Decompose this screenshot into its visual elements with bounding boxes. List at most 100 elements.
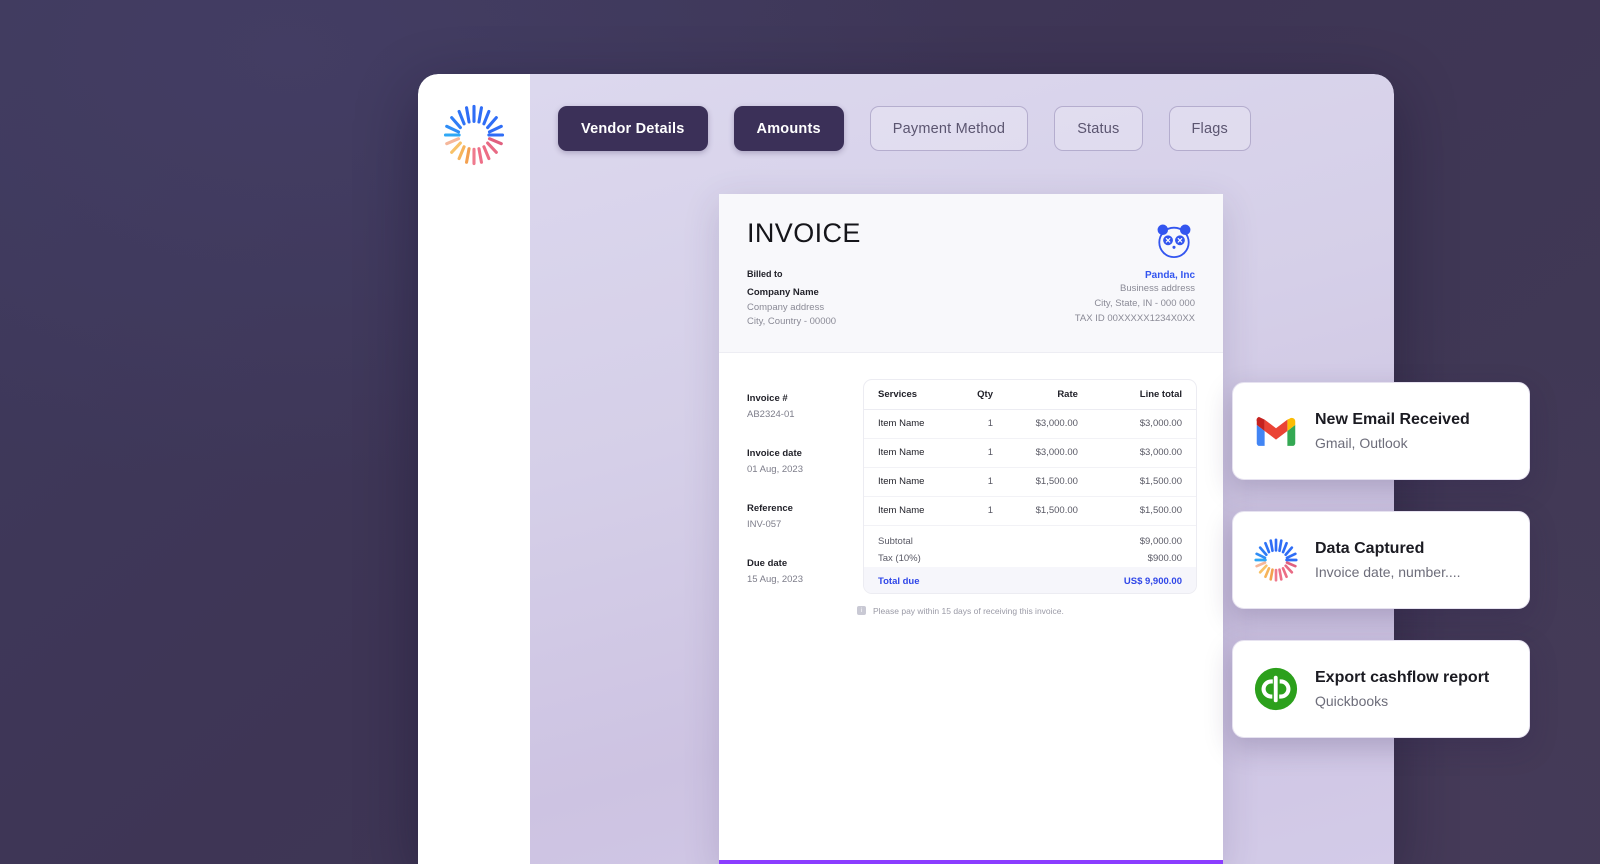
invoice-accent-bar bbox=[719, 860, 1223, 864]
summary-spacer bbox=[954, 525, 1007, 547]
cell-qty: 1 bbox=[954, 438, 1007, 468]
meta-value: 15 Aug, 2023 bbox=[747, 574, 803, 586]
panda-logo-svg bbox=[1157, 224, 1191, 259]
tab-label: Amounts bbox=[756, 120, 821, 137]
vendor-block: Panda, Inc Business address City, State,… bbox=[1075, 220, 1195, 326]
summary-value: $9,000.00 bbox=[1139, 535, 1182, 547]
tab-status[interactable]: Status bbox=[1054, 106, 1143, 151]
cell-service: Item Name bbox=[864, 467, 954, 497]
tab-flags[interactable]: Flags bbox=[1168, 106, 1251, 151]
notification-text: Export cashflow report Quickbooks bbox=[1315, 668, 1489, 710]
radial-burst-logo-svg bbox=[1254, 538, 1298, 582]
table-row: Item Name 1 $1,500.00 $1,500.00 bbox=[864, 496, 1196, 526]
cell-qty: 1 bbox=[954, 409, 1007, 439]
cell-rate: $1,500.00 bbox=[1006, 467, 1092, 497]
invoice-document: INVOICE Billed to Company Name Company a… bbox=[719, 194, 1223, 864]
tab-amounts[interactable]: Amounts bbox=[733, 106, 844, 151]
invoice-meta-due-date: Due date 15 Aug, 2023 bbox=[747, 558, 855, 585]
invoice-meta-number: Invoice # AB2324-01 bbox=[747, 393, 855, 420]
table-row: Item Name 1 $3,000.00 $3,000.00 bbox=[864, 438, 1196, 468]
cell-line-total: $1,500.00 bbox=[1091, 496, 1196, 526]
summary-spacer bbox=[954, 547, 1007, 567]
quickbooks-icon bbox=[1253, 666, 1299, 712]
notification-text: Data Captured Invoice date, number.... bbox=[1315, 539, 1461, 581]
cell-rate: $3,000.00 bbox=[1006, 409, 1092, 439]
cell-rate: $3,000.00 bbox=[1006, 438, 1092, 468]
meta-value: 01 Aug, 2023 bbox=[747, 464, 803, 476]
column-header-qty: Qty bbox=[954, 380, 1007, 410]
meta-value: AB2324-01 bbox=[747, 409, 795, 421]
summary-row-total-due: Total due US$ 9,900.00 bbox=[864, 566, 1196, 593]
cell-service: Item Name bbox=[864, 496, 954, 526]
total-due-label: Total due bbox=[864, 566, 954, 593]
cell-service: Item Name bbox=[864, 409, 954, 439]
summary-spacer bbox=[1007, 547, 1092, 567]
cell-line-total: $1,500.00 bbox=[1091, 467, 1196, 497]
total-due-value: US$ 9,900.00 bbox=[1091, 566, 1196, 593]
meta-label: Invoice # bbox=[747, 393, 788, 405]
gmail-icon bbox=[1253, 408, 1299, 454]
summary-spacer bbox=[954, 566, 1007, 593]
meta-label: Due date bbox=[747, 558, 788, 570]
notification-card-new-email[interactable]: New Email Received Gmail, Outlook bbox=[1232, 382, 1530, 480]
radial-burst-logo-icon[interactable] bbox=[443, 104, 505, 864]
gmail-icon-svg bbox=[1256, 416, 1296, 446]
tab-bar: Vendor Details Amounts Payment Method St… bbox=[558, 106, 1251, 151]
notification-subtitle: Invoice date, number.... bbox=[1315, 563, 1461, 580]
quickbooks-icon-svg bbox=[1254, 667, 1298, 711]
column-header-rate: Rate bbox=[1006, 380, 1092, 410]
cell-line-total: $3,000.00 bbox=[1091, 438, 1196, 468]
notification-card-export-cashflow[interactable]: Export cashflow report Quickbooks bbox=[1232, 640, 1530, 738]
cell-rate: $1,500.00 bbox=[1006, 496, 1092, 526]
table-row: Item Name 1 $1,500.00 $1,500.00 bbox=[864, 467, 1196, 497]
vendor-address-line2: City, State, IN - 000 000 bbox=[1094, 298, 1195, 309]
tab-payment-method[interactable]: Payment Method bbox=[869, 106, 1029, 151]
sidebar bbox=[418, 74, 530, 864]
notification-title: Data Captured bbox=[1315, 540, 1425, 557]
summary-label: Tax (10%) bbox=[878, 553, 921, 565]
vendor-name: Panda, Inc bbox=[1144, 270, 1195, 281]
notification-card-data-captured[interactable]: Data Captured Invoice date, number.... bbox=[1232, 511, 1530, 609]
invoice-meta-date: Invoice date 01 Aug, 2023 bbox=[747, 448, 855, 475]
panda-logo-icon bbox=[1075, 220, 1195, 262]
notification-title: New Email Received bbox=[1315, 411, 1470, 428]
cell-qty: 1 bbox=[954, 467, 1007, 497]
summary-row-subtotal: Subtotal $9,000.00 bbox=[864, 525, 1196, 547]
tab-label: Payment Method bbox=[892, 120, 1006, 137]
radial-burst-logo-svg bbox=[443, 104, 505, 166]
tab-vendor-details[interactable]: Vendor Details bbox=[558, 106, 708, 151]
vendor-address-line1: Business address bbox=[1120, 283, 1195, 294]
summary-value: $900.00 bbox=[1147, 553, 1182, 565]
tab-label: Flags bbox=[1191, 120, 1228, 137]
column-header-services: Services bbox=[864, 380, 954, 410]
cell-qty: 1 bbox=[954, 496, 1007, 526]
cell-line-total: $3,000.00 bbox=[1091, 409, 1196, 439]
cell-service: Item Name bbox=[864, 438, 954, 468]
meta-value: INV-057 bbox=[747, 519, 782, 531]
summary-spacer bbox=[1006, 566, 1092, 593]
invoice-meta-reference: Reference INV-057 bbox=[747, 503, 855, 530]
summary-label: Subtotal bbox=[878, 535, 913, 547]
table-head: Services Qty Rate Line total bbox=[864, 380, 1196, 410]
tab-label: Vendor Details bbox=[581, 120, 685, 137]
column-header-line-total: Line total bbox=[1091, 380, 1196, 410]
meta-label: Reference bbox=[747, 503, 793, 515]
payment-note-text: Please pay within 15 days of receiving t… bbox=[873, 605, 1064, 616]
line-items-table: Services Qty Rate Line total Item Name 1… bbox=[863, 379, 1197, 594]
table-body: Item Name 1 $3,000.00 $3,000.00 Item Nam… bbox=[864, 409, 1196, 526]
radial-burst-logo-icon bbox=[1253, 537, 1299, 583]
tab-label: Status bbox=[1077, 120, 1120, 137]
meta-label: Invoice date bbox=[747, 448, 802, 460]
notification-text: New Email Received Gmail, Outlook bbox=[1315, 410, 1470, 452]
invoice-body: Invoice # AB2324-01 Invoice date 01 Aug,… bbox=[719, 353, 1223, 594]
summary-spacer bbox=[1007, 525, 1092, 547]
notification-subtitle: Gmail, Outlook bbox=[1315, 434, 1408, 451]
table-summary: Subtotal $9,000.00 Tax (10%) $900.00 Tot… bbox=[864, 525, 1196, 593]
info-icon: i bbox=[857, 606, 866, 616]
table-header-row: Services Qty Rate Line total bbox=[864, 380, 1196, 410]
vendor-tax-id: TAX ID 00XXXXX1234X0XX bbox=[1074, 313, 1195, 324]
table-row: Item Name 1 $3,000.00 $3,000.00 bbox=[864, 409, 1196, 439]
invoice-table: Services Qty Rate Line total Item Name 1… bbox=[864, 380, 1196, 593]
invoice-header: INVOICE Billed to Company Name Company a… bbox=[719, 194, 1223, 354]
notification-title: Export cashflow report bbox=[1315, 669, 1490, 686]
